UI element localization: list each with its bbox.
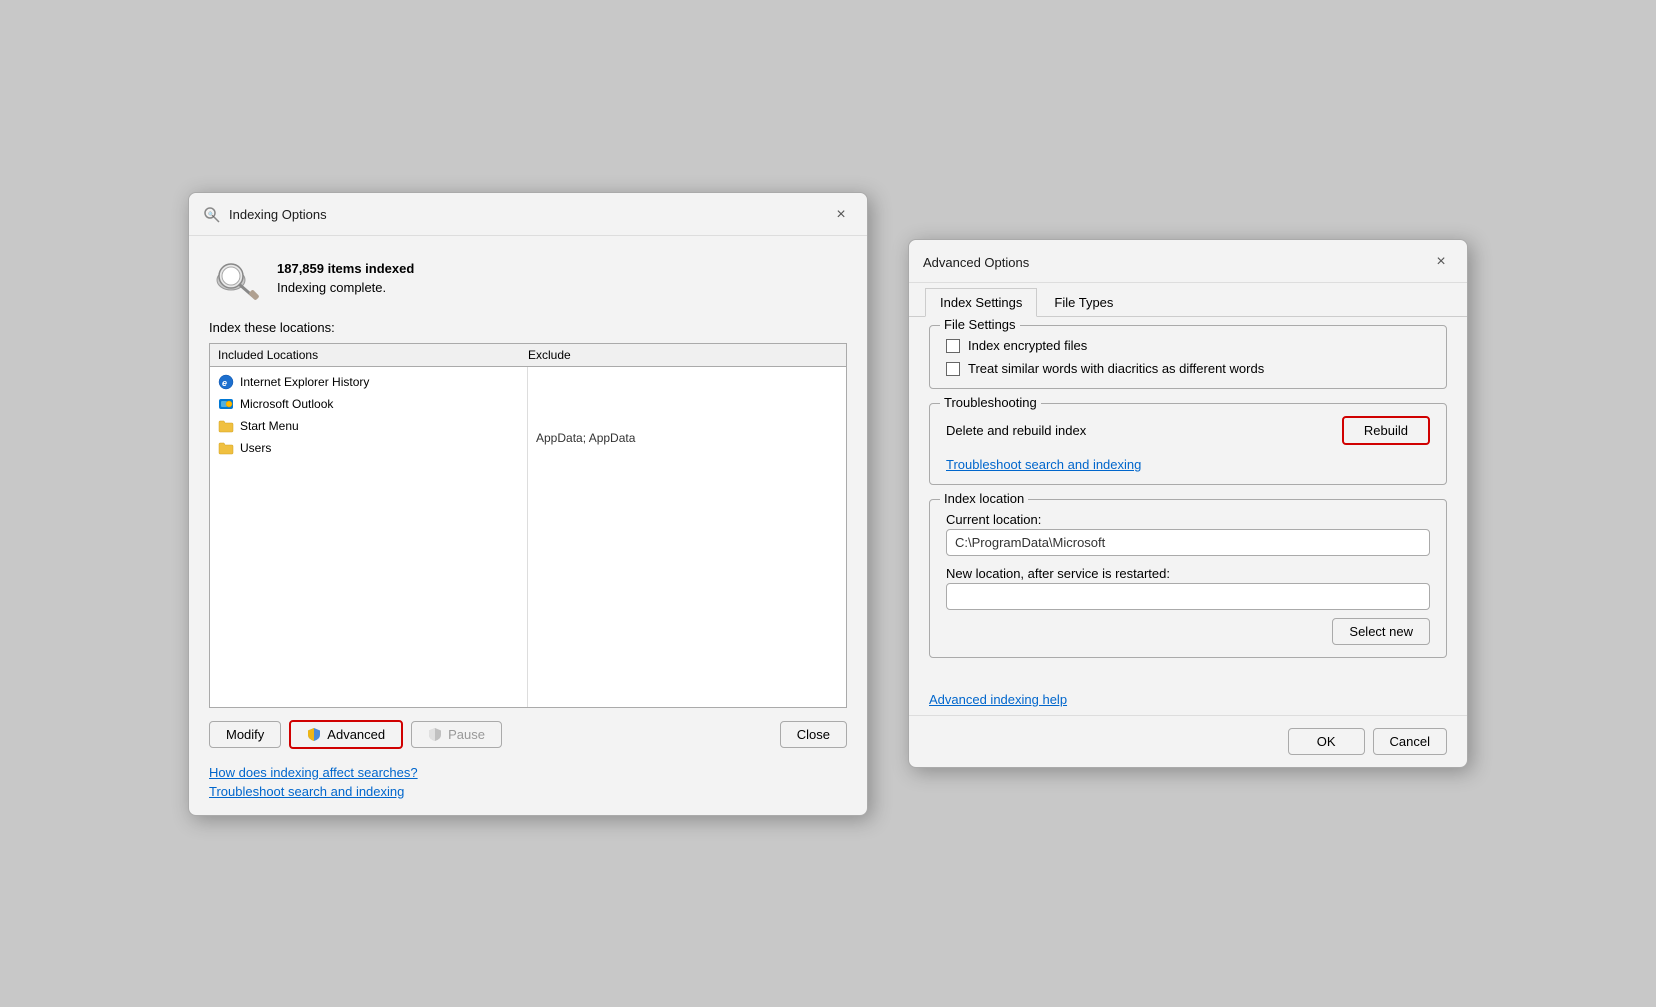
indexing-large-icon: [209, 252, 261, 304]
locations-label: Index these locations:: [189, 320, 867, 343]
outlook-location-name: Microsoft Outlook: [240, 397, 333, 411]
svg-text:e: e: [222, 378, 227, 388]
startmenu-location-name: Start Menu: [240, 419, 299, 433]
indexing-title-text: Indexing Options: [229, 207, 829, 222]
advanced-button[interactable]: Advanced: [289, 720, 403, 749]
ie-icon: e: [218, 374, 234, 390]
index-encrypted-checkbox[interactable]: [946, 339, 960, 353]
col-included-header: Included Locations: [218, 348, 528, 362]
advanced-footer: OK Cancel: [909, 715, 1467, 767]
indexing-link-1[interactable]: How does indexing affect searches?: [209, 765, 847, 780]
index-encrypted-label: Index encrypted files: [968, 338, 1087, 353]
rebuild-button[interactable]: Rebuild: [1342, 416, 1430, 445]
users-location-name: Users: [240, 441, 271, 455]
indexing-stats: 187,859 items indexed Indexing complete.: [277, 261, 414, 295]
indexing-options-dialog: 🔍 Indexing Options × 187,859 items index…: [188, 192, 868, 816]
location-item-users[interactable]: Users: [210, 437, 527, 459]
col-exclude-header: Exclude: [528, 348, 838, 362]
outlook-icon: [218, 396, 234, 412]
advanced-close-button[interactable]: ×: [1429, 250, 1453, 274]
new-location-label: New location, after service is restarted…: [946, 566, 1430, 581]
locations-table-header: Included Locations Exclude: [210, 344, 846, 367]
indexing-link-2[interactable]: Troubleshoot search and indexing: [209, 784, 847, 799]
troubleshoot-link[interactable]: Troubleshoot search and indexing: [946, 457, 1141, 472]
troubleshooting-legend: Troubleshooting: [940, 395, 1041, 410]
delete-rebuild-label: Delete and rebuild index: [946, 423, 1086, 438]
indexing-status: Indexing complete.: [277, 280, 414, 295]
troubleshooting-group: Troubleshooting Delete and rebuild index…: [929, 403, 1447, 485]
tab-file-types[interactable]: File Types: [1039, 288, 1128, 317]
index-location-legend: Index location: [940, 491, 1028, 506]
location-item-outlook[interactable]: Microsoft Outlook: [210, 393, 527, 415]
ok-button[interactable]: OK: [1288, 728, 1365, 755]
treat-similar-row: Treat similar words with diacritics as d…: [946, 361, 1430, 376]
indexing-header: 187,859 items indexed Indexing complete.: [189, 236, 867, 320]
exclude-appdata: AppData; AppData: [536, 431, 838, 445]
indexing-count: 187,859 items indexed: [277, 261, 414, 276]
index-encrypted-row: Index encrypted files: [946, 338, 1430, 353]
folder-users-icon: [218, 440, 234, 456]
advanced-titlebar: Advanced Options ×: [909, 240, 1467, 283]
close-button[interactable]: Close: [780, 721, 847, 748]
advanced-body: File Settings Index encrypted files Trea…: [909, 317, 1467, 684]
select-new-button[interactable]: Select new: [1332, 618, 1430, 645]
pause-button[interactable]: Pause: [411, 721, 502, 748]
modify-button[interactable]: Modify: [209, 721, 281, 748]
file-settings-legend: File Settings: [940, 317, 1020, 332]
location-item-startmenu[interactable]: Start Menu: [210, 415, 527, 437]
advanced-title-text: Advanced Options: [923, 255, 1429, 270]
indexing-titlebar: 🔍 Indexing Options ×: [189, 193, 867, 236]
indexing-links: How does indexing affect searches? Troub…: [189, 761, 867, 815]
treat-similar-label: Treat similar words with diacritics as d…: [968, 361, 1264, 376]
locations-right: AppData; AppData: [528, 367, 846, 707]
advanced-link-row: Advanced indexing help: [909, 684, 1467, 715]
locations-table-body: e Internet Explorer History Microsoft Ou…: [210, 367, 846, 707]
file-settings-group: File Settings Index encrypted files Trea…: [929, 325, 1447, 389]
indexing-footer: Modify Advanced Pause Close: [189, 708, 867, 761]
folder-start-icon: [218, 418, 234, 434]
troubleshoot-rebuild-row: Delete and rebuild index Rebuild: [946, 416, 1430, 445]
locations-table: Included Locations Exclude e Internet Ex…: [209, 343, 847, 708]
advanced-tabs: Index Settings File Types: [909, 287, 1467, 317]
new-location-input[interactable]: [946, 583, 1430, 610]
shield-uac-icon: [307, 727, 321, 741]
advanced-indexing-help-link[interactable]: Advanced indexing help: [929, 692, 1067, 707]
tab-index-settings[interactable]: Index Settings: [925, 288, 1037, 317]
treat-similar-checkbox[interactable]: [946, 362, 960, 376]
svg-text:🔍: 🔍: [208, 211, 214, 218]
indexing-close-button[interactable]: ×: [829, 203, 853, 227]
current-location-value: C:\ProgramData\Microsoft: [946, 529, 1430, 556]
pause-shield-icon: [428, 727, 442, 741]
ie-location-name: Internet Explorer History: [240, 375, 369, 389]
cancel-button[interactable]: Cancel: [1373, 728, 1447, 755]
indexing-title-icon: 🔍: [203, 206, 221, 224]
advanced-options-dialog: Advanced Options × Index Settings File T…: [908, 239, 1468, 768]
location-item-ie[interactable]: e Internet Explorer History: [210, 371, 527, 393]
locations-left: e Internet Explorer History Microsoft Ou…: [210, 367, 528, 707]
index-location-group: Index location Current location: C:\Prog…: [929, 499, 1447, 658]
current-location-label: Current location:: [946, 512, 1430, 527]
